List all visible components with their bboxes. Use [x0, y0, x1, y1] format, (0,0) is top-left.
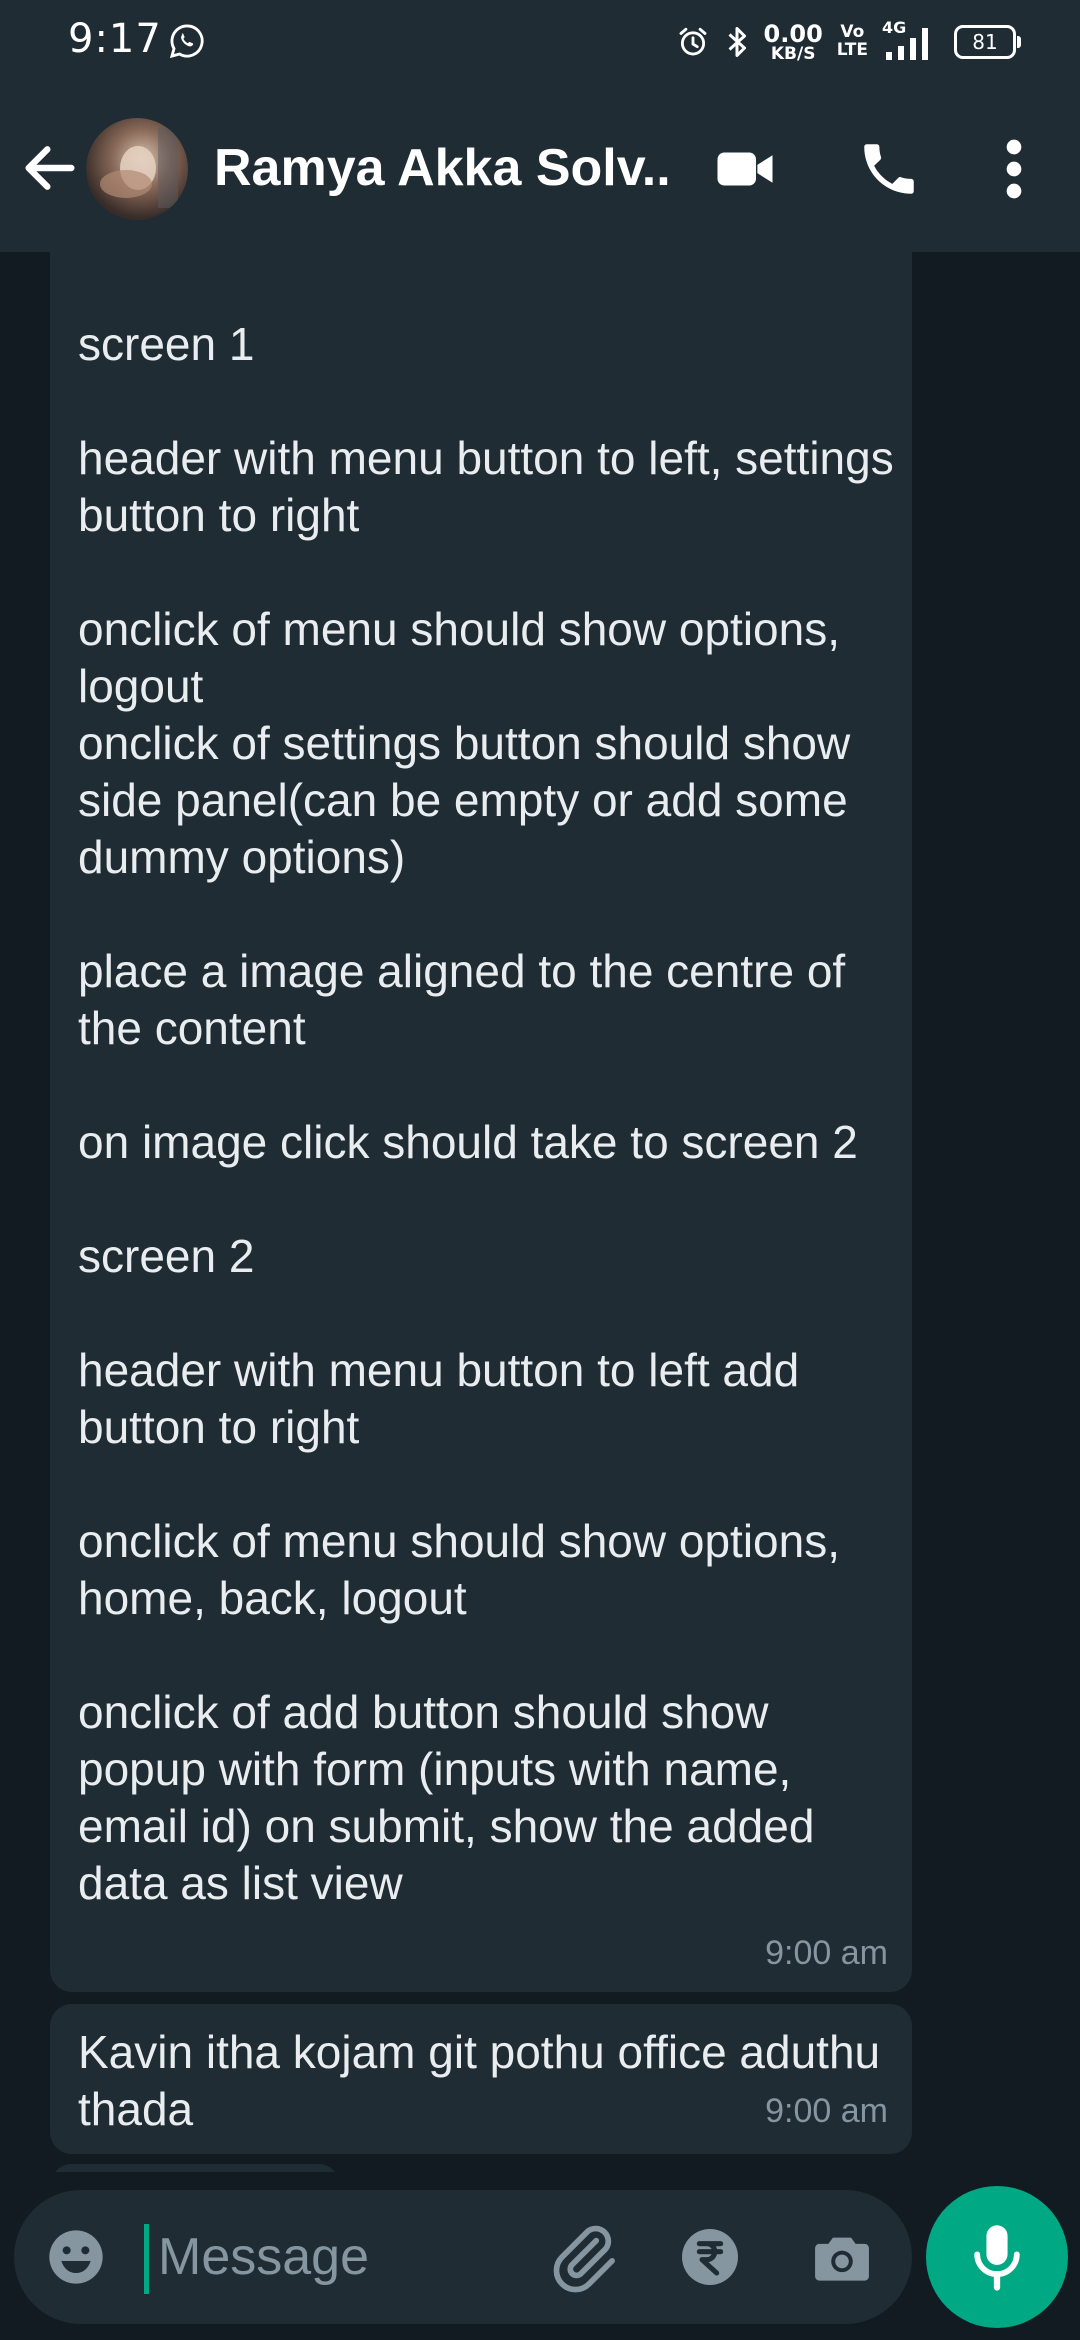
back-arrow-icon[interactable]	[18, 136, 82, 200]
message-bubble[interactable]: screen 1 header with menu button to left…	[50, 252, 912, 1992]
message-bubble-partial[interactable]	[50, 2164, 340, 2172]
message-list[interactable]: screen 1 header with menu button to left…	[0, 252, 1080, 2172]
avatar-image	[100, 128, 178, 208]
status-bar: 9:17 0.00 KB/S Vo LTE 4G 81	[0, 0, 1080, 84]
battery-level: 81	[972, 30, 998, 54]
whatsapp-icon	[169, 24, 204, 59]
voice-message-button[interactable]	[926, 2186, 1068, 2328]
volte-bottom: LTE	[836, 40, 868, 60]
network-speed: 0.00 KB/S	[764, 22, 823, 63]
message-input[interactable]	[146, 2216, 538, 2298]
video-call-icon[interactable]	[712, 136, 778, 202]
message-bubble[interactable]: Kavin itha kojam git pothu office aduthu…	[50, 2004, 912, 2154]
rupee-icon[interactable]	[678, 2225, 742, 2289]
chat-title[interactable]: Ramya Akka Solv...	[214, 138, 674, 198]
emoji-icon[interactable]	[44, 2225, 108, 2289]
mic-icon	[974, 2225, 1020, 2291]
volte-indicator: Vo LTE	[836, 23, 868, 60]
signal-icon	[886, 28, 928, 60]
message-time: 9:00 am	[765, 1934, 888, 1972]
status-time: 9:17	[68, 16, 162, 62]
message-composer	[14, 2190, 912, 2324]
message-time: 9:00 am	[765, 2092, 888, 2130]
message-text: screen 1 header with menu button to left…	[78, 318, 894, 1909]
chat-header: Ramya Akka Solv...	[0, 84, 1080, 252]
status-indicators: 0.00 KB/S Vo LTE 4G 81	[676, 18, 1021, 66]
signal-indicator: 4G	[882, 18, 940, 62]
network-speed-value: 0.00	[763, 19, 823, 48]
bluetooth-icon	[728, 27, 746, 57]
contact-avatar[interactable]	[86, 118, 188, 220]
more-vert-icon[interactable]	[994, 136, 1034, 202]
whatsapp-chat-screen: 9:17 0.00 KB/S Vo LTE 4G 81 Ramya Akka S…	[0, 0, 1080, 2340]
camera-icon[interactable]	[808, 2224, 876, 2292]
network-speed-unit: KB/S	[770, 43, 816, 64]
alarm-icon	[679, 27, 707, 56]
battery-icon: 81	[954, 25, 1021, 59]
attach-icon[interactable]	[544, 2220, 620, 2296]
phone-icon[interactable]	[856, 136, 922, 202]
